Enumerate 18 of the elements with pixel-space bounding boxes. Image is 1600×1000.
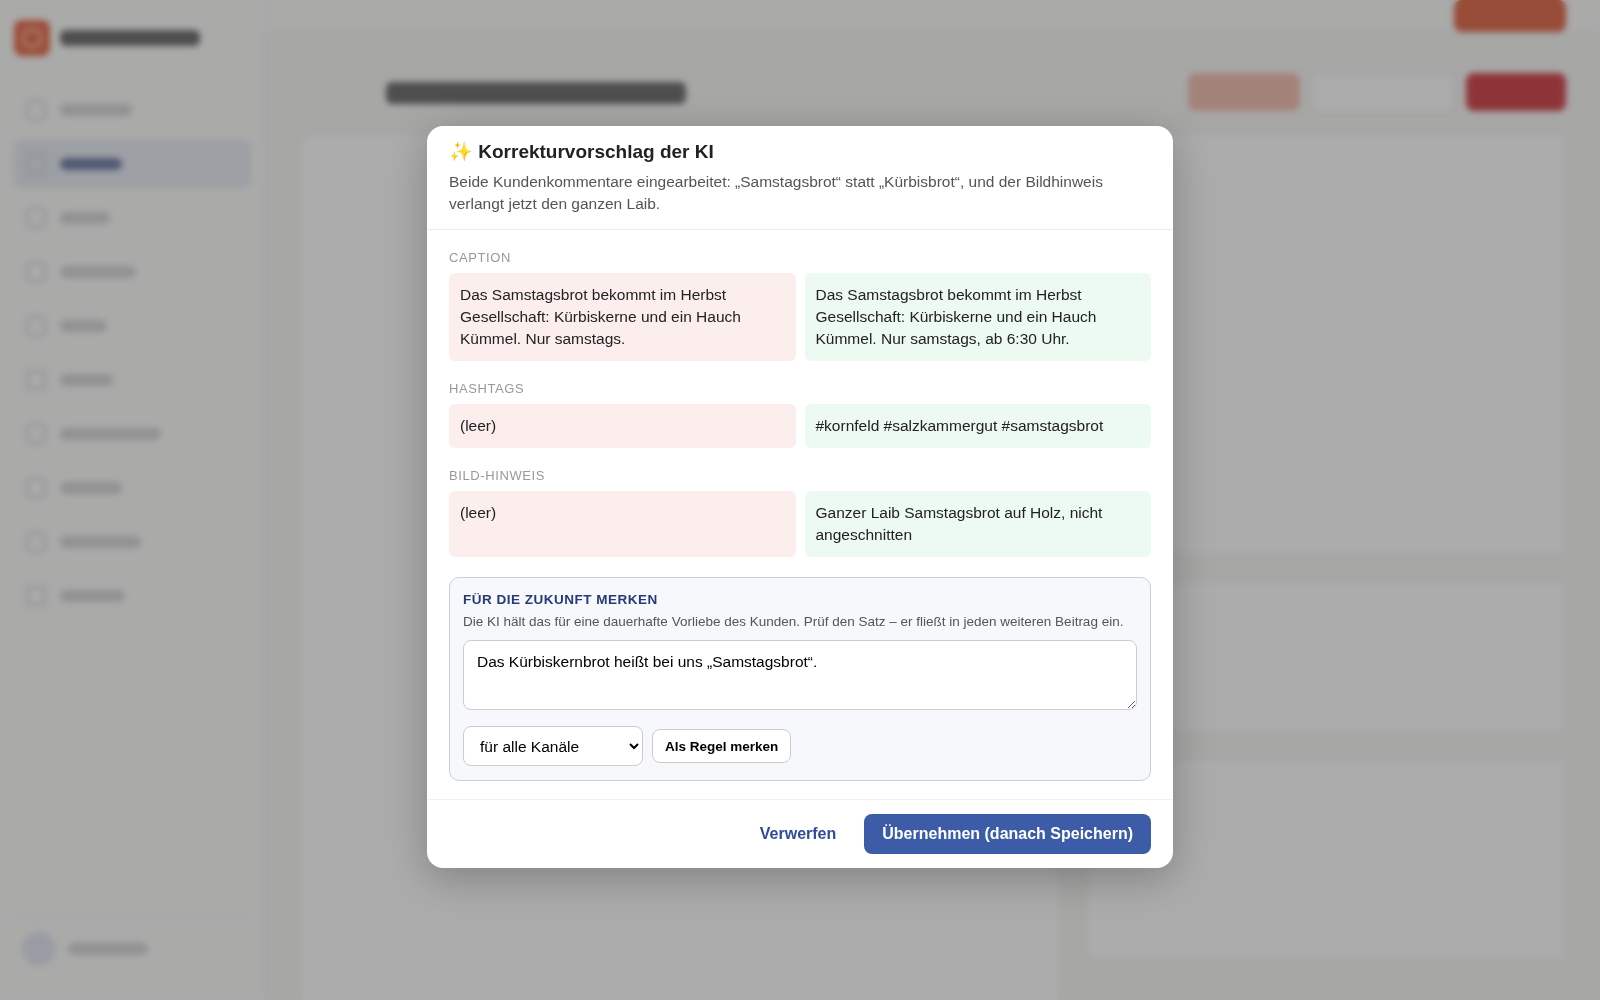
old-text: Das Samstagsbrot bekommt im Herbst Gesellschaft: Kürbiskerne und ein Hauch Kümmel. Nur samstags. <box>449 273 796 361</box>
new-text: Ganzer Laib Samstagsbrot auf Holz, nicht angeschnitten <box>804 491 1151 557</box>
old-text: (leer) <box>449 404 796 448</box>
scope-select[interactable]: für alle Kanäle <box>463 726 643 766</box>
new-text: Das Samstagsbrot bekommt im Herbst Gesellschaft: Kürbiskerne und ein Hauch Kümmel. Nur samstags, ab 6:30 Uhr. <box>804 273 1151 361</box>
rule-field[interactable]: Das Kürbiskernbrot heißt bei uns „Samstagsbrot“. <box>463 640 1137 710</box>
dialog-summary: Beide Kundenkommentare eingearbeitet: „Samstagsbrot“ statt „Kürbisbrot“, und der Bildhinweis verlangt jetzt den ganzen Laib. <box>449 172 1104 214</box>
save-rule-button[interactable]: Als Regel merken <box>652 729 792 763</box>
new-text: #kornfeld #salzkammergut #samstagsbrot <box>804 404 1151 448</box>
old-text: (leer) <box>449 491 796 557</box>
remember-hint: Die KI hält das für eine dauerhafte Vorliebe des Kunden. Prüf den Satz – er fließt in jeden weiteren Beitrag ein. <box>463 613 1125 630</box>
remember-title: FÜR DIE ZUKUNFT MERKEN <box>463 592 659 607</box>
apply-button[interactable]: Übernehmen (danach Speichern) <box>864 814 1151 854</box>
discard-button[interactable]: Verwerfen <box>755 815 841 853</box>
section-label: CAPTION <box>449 250 512 265</box>
dialog-title: ✨ Korrekturvorschlag der KI <box>449 140 715 163</box>
section-label: HASHTAGS <box>449 381 526 396</box>
section-label: BILD-HINWEIS <box>449 468 547 483</box>
